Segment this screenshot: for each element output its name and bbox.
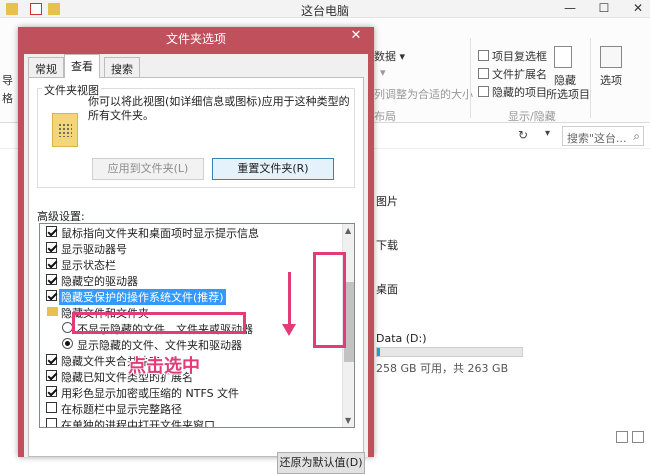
folder-view-icon (52, 113, 78, 147)
search-placeholder: 搜索"这台... (567, 132, 627, 145)
hide-selected-icon[interactable] (554, 46, 572, 68)
drive-usage-fill (377, 348, 380, 356)
ribbon-separator (590, 38, 591, 118)
large-icons-view-icon[interactable] (632, 431, 644, 443)
setting-checkbox[interactable] (46, 274, 57, 285)
setting-label: 在标题栏中显示完整路径 (61, 403, 182, 416)
setting-checkbox[interactable] (46, 370, 57, 381)
tab-general[interactable]: 常规 (28, 57, 64, 78)
ribbon-left-partial: 导 (2, 74, 13, 87)
show-hide-group-label: 显示/隐藏 (508, 110, 556, 123)
setting-radio[interactable] (62, 338, 73, 349)
explorer-title: 这台电脑 (300, 4, 349, 18)
setting-label: 用彩色显示加密或压缩的 NTFS 文件 (61, 387, 240, 400)
dialog-title: 文件夹选项 (165, 32, 226, 46)
minimize-button[interactable]: — (560, 1, 580, 15)
setting-checkbox[interactable] (46, 354, 57, 365)
item-checkboxes-checkbox[interactable] (478, 50, 489, 61)
ribbon-group-arrow: ▾ (380, 66, 386, 79)
folder-item-downloads[interactable]: 下载 (376, 237, 398, 253)
options-label[interactable]: 选项 (600, 72, 622, 88)
ribbon-adjust-column[interactable]: 列调整为合适的大小 (374, 86, 473, 102)
folder-item-pictures[interactable]: 图片 (376, 193, 398, 209)
drive-usage-bar (376, 347, 523, 357)
drive-free-text: 258 GB 可用，共 263 GB (376, 362, 509, 375)
hidden-items-label: 隐藏的项目 (492, 86, 547, 99)
setting-label: 显示隐藏的文件、文件夹和驱动器 (77, 339, 242, 352)
setting-checkbox[interactable] (46, 386, 57, 397)
file-extensions-checkbox[interactable] (478, 68, 489, 79)
options-icon[interactable] (600, 46, 622, 68)
setting-checkbox[interactable] (46, 290, 57, 301)
setting-label: 隐藏受保护的操作系统文件(推荐) (59, 289, 226, 305)
folder-view-description: 你可以将此视图(如详细信息或图标)应用于这种类型的所有文件夹。 (88, 95, 350, 122)
item-checkboxes-label: 项目复选框 (492, 50, 547, 63)
annotation-text: 点击选中 (128, 356, 200, 377)
close-icon[interactable]: ✕ (338, 27, 374, 45)
setting-label: 显示驱动器号 (61, 243, 127, 256)
folder-item-desktop[interactable]: 桌面 (376, 281, 398, 297)
scrollbar-highlight-box (313, 252, 346, 348)
setting-checkbox[interactable] (46, 226, 57, 237)
drive-label[interactable]: Data (D:) (376, 332, 427, 345)
setting-label: 鼠标指向文件夹和桌面项时显示提示信息 (61, 227, 259, 240)
setting-label: 在单独的进程中打开文件夹窗口 (61, 419, 215, 428)
file-extensions-label: 文件扩展名 (492, 68, 547, 81)
tab-view[interactable]: 查看 (64, 54, 100, 78)
chevron-down-icon: ▾ (399, 50, 406, 63)
apply-to-folders-button[interactable]: 应用到文件夹(L) (92, 158, 204, 180)
maximize-button[interactable]: ☐ (594, 1, 614, 15)
hidden-items-checkbox[interactable] (478, 86, 489, 97)
setting-checkbox[interactable] (46, 402, 57, 413)
setting-label: 隐藏空的驱动器 (61, 275, 138, 288)
folder-icon (47, 307, 58, 316)
ribbon-separator (470, 38, 471, 118)
setting-checkbox[interactable] (46, 242, 57, 253)
ribbon-layout-group-label: 布局 (374, 110, 396, 123)
arrow-head-icon (282, 324, 296, 336)
details-view-icon[interactable] (616, 431, 628, 443)
search-input[interactable]: 搜索"这台... ⌕ (562, 126, 644, 146)
search-icon: ⌕ (633, 129, 640, 143)
hide-selected-label-2: 所选项目 (546, 88, 590, 101)
down-arrow-icon (288, 272, 291, 326)
explorer-titlebar: 这台电脑 — ☐ ✕ (0, 0, 650, 18)
scroll-down-icon[interactable]: ▼ (345, 416, 351, 425)
refresh-icon[interactable]: ↻ (518, 128, 532, 142)
setting-checkbox[interactable] (46, 258, 57, 269)
folder-view-group: 文件夹视图 你可以将此视图(如详细信息或图标)应用于这种类型的所有文件夹。 应用… (37, 82, 355, 188)
reset-folders-button[interactable]: 重置文件夹(R) (212, 158, 334, 180)
setting-label: 显示状态栏 (61, 259, 116, 272)
folder-options-dialog: 文件夹选项 ✕ 常规 查看 搜索 文件夹视图 你可以将此视图(如详细信息或图标)… (18, 27, 374, 474)
ribbon-left-partial-2: 格 (2, 92, 13, 105)
ribbon-sort-partial[interactable]: 数据 ▾ (374, 48, 405, 64)
option-highlight-box (72, 312, 246, 334)
ribbon-data-label: 数据 (374, 50, 396, 63)
tab-search[interactable]: 搜索 (104, 57, 140, 78)
advanced-settings-label: 高级设置: (37, 210, 85, 223)
chevron-down-icon[interactable]: ▾ (545, 128, 555, 139)
restore-defaults-button[interactable]: 还原为默认值(D) (277, 452, 365, 474)
close-button[interactable]: ✕ (628, 1, 648, 15)
scroll-up-icon[interactable]: ▲ (345, 226, 351, 235)
setting-checkbox[interactable] (46, 418, 57, 427)
